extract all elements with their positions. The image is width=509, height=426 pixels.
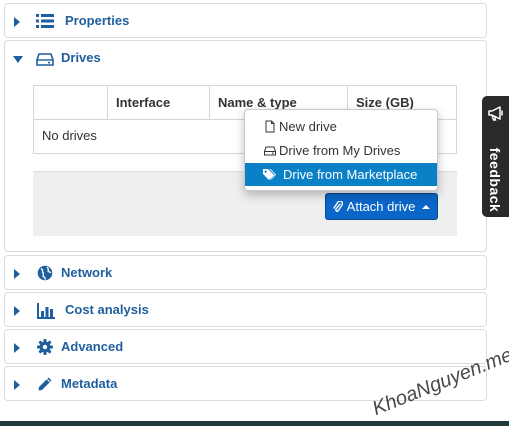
drives-header[interactable]: Drives <box>5 41 486 76</box>
menu-item-label: Drive from Marketplace <box>283 167 418 182</box>
attach-drive-menu: New drive Drive from My Drives Drive fro… <box>244 109 438 191</box>
feedback-tab[interactable]: feedback <box>482 96 509 217</box>
bar-chart-icon <box>37 303 55 319</box>
empty-table-message: No drives <box>42 128 97 143</box>
file-icon <box>265 120 275 133</box>
table-header-select <box>34 86 108 119</box>
advanced-header[interactable]: Advanced <box>5 330 486 365</box>
advanced-title: Advanced <box>61 339 124 354</box>
properties-title: Properties <box>65 13 130 28</box>
table-header-interface[interactable]: Interface <box>108 86 210 119</box>
megaphone-icon <box>488 106 503 121</box>
menu-item-label: Drive from My Drives <box>279 143 401 158</box>
feedback-label: feedback <box>487 147 503 213</box>
caret-up-icon <box>422 204 431 209</box>
caret-down-icon <box>13 56 23 63</box>
drives-title: Drives <box>61 50 101 65</box>
bottom-edge-bar <box>0 421 509 426</box>
hdd-icon <box>264 146 276 156</box>
menu-item-new-drive[interactable]: New drive <box>245 115 437 138</box>
list-icon <box>36 14 54 28</box>
menu-item-drive-from-my-drives[interactable]: Drive from My Drives <box>245 139 437 162</box>
menu-item-drive-from-marketplace[interactable]: Drive from Marketplace <box>245 163 437 186</box>
caret-right-icon <box>14 380 20 390</box>
hdd-icon <box>36 53 54 66</box>
caret-right-icon <box>14 17 20 27</box>
caret-right-icon <box>14 306 20 316</box>
attach-drive-label: Attach drive <box>346 199 416 214</box>
menu-item-label: New drive <box>279 119 337 134</box>
caret-right-icon <box>14 269 20 279</box>
network-panel[interactable]: Network <box>4 255 487 290</box>
metadata-title: Metadata <box>61 376 118 391</box>
paperclip-icon <box>332 200 343 212</box>
globe-icon <box>37 265 53 281</box>
attach-drive-button[interactable]: Attach drive <box>325 193 438 220</box>
pencil-icon <box>38 377 52 391</box>
cost-analysis-panel[interactable]: Cost analysis <box>4 292 487 327</box>
gear-icon <box>37 339 53 355</box>
network-title: Network <box>61 265 113 280</box>
cost-analysis-header[interactable]: Cost analysis <box>5 293 486 328</box>
properties-header[interactable]: Properties <box>5 4 486 39</box>
tags-icon <box>263 169 276 180</box>
cost-analysis-title: Cost analysis <box>65 302 149 317</box>
caret-right-icon <box>14 343 20 353</box>
network-header[interactable]: Network <box>5 256 486 291</box>
advanced-panel[interactable]: Advanced <box>4 329 487 364</box>
properties-panel[interactable]: Properties <box>4 3 487 38</box>
